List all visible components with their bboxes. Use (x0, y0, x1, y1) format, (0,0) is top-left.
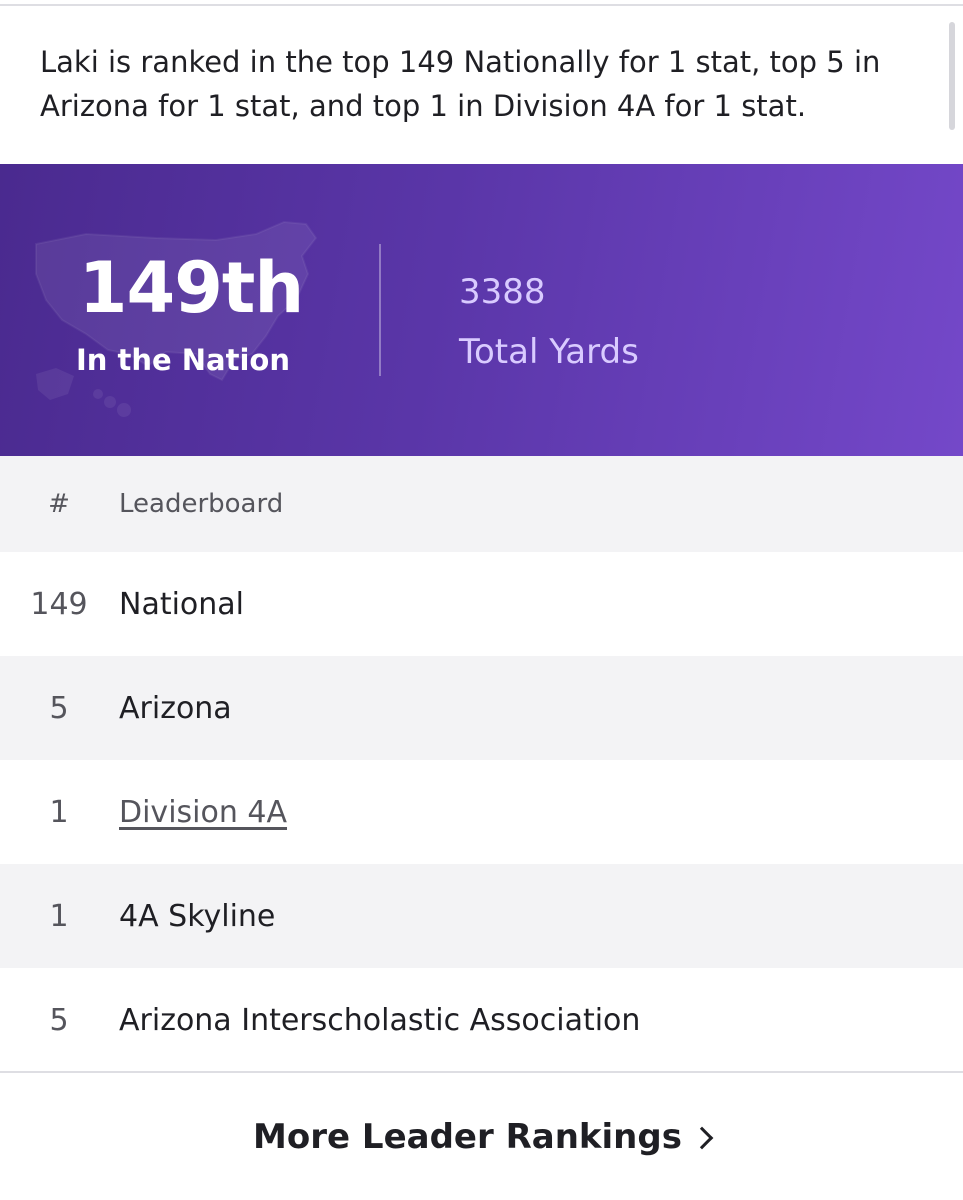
stat-label: Total Yards (459, 332, 639, 372)
row-leaderboard-name: 4A Skyline (119, 898, 276, 934)
national-rank: 149th (78, 247, 304, 329)
ranking-summary: Laki is ranked in the top 149 Nationally… (40, 45, 881, 123)
more-leader-rankings-label: More Leader Rankings (253, 1116, 682, 1157)
row-leaderboard-name: National (119, 586, 245, 622)
banner-divider (379, 244, 381, 376)
row-rank: 1 (49, 898, 69, 934)
leaderboard-table: # Leaderboard 149 National 5 Arizona 1 D… (0, 456, 963, 1072)
footer: More Leader Rankings (0, 1071, 963, 1200)
table-row[interactable]: 5 Arizona (0, 656, 963, 760)
row-leaderboard-name: Arizona Interscholastic Association (119, 1002, 641, 1038)
leader-rankings-card: Laki is ranked in the top 149 Nationally… (0, 0, 963, 1200)
row-rank: 5 (49, 690, 69, 726)
row-rank: 149 (30, 586, 88, 622)
scrollbar[interactable] (949, 22, 955, 130)
table-row[interactable]: 5 Arizona Interscholastic Association (0, 968, 963, 1072)
table-row[interactable]: 1 Division 4A (0, 760, 963, 864)
table-row[interactable]: 149 National (0, 552, 963, 656)
stat-value: 3388 (459, 272, 546, 312)
row-rank: 1 (49, 794, 69, 830)
chevron-right-icon (690, 1126, 714, 1149)
national-rank-caption: In the Nation (75, 343, 291, 377)
table-row[interactable]: 1 4A Skyline (0, 864, 963, 968)
row-leaderboard-name: Arizona (119, 690, 232, 726)
row-rank: 5 (49, 1002, 69, 1038)
division-4a-link[interactable]: Division 4A (119, 795, 287, 830)
row-leaderboard-name: Division 4A (119, 760, 287, 864)
table-header: # Leaderboard (0, 456, 963, 552)
column-header-leaderboard: Leaderboard (119, 489, 284, 519)
rank-banner: 149th In the Nation 3388 Total Yards (0, 164, 963, 456)
column-header-rank: # (48, 489, 70, 519)
top-divider (0, 0, 963, 6)
more-leader-rankings-button[interactable]: More Leader Rankings (0, 1073, 963, 1200)
